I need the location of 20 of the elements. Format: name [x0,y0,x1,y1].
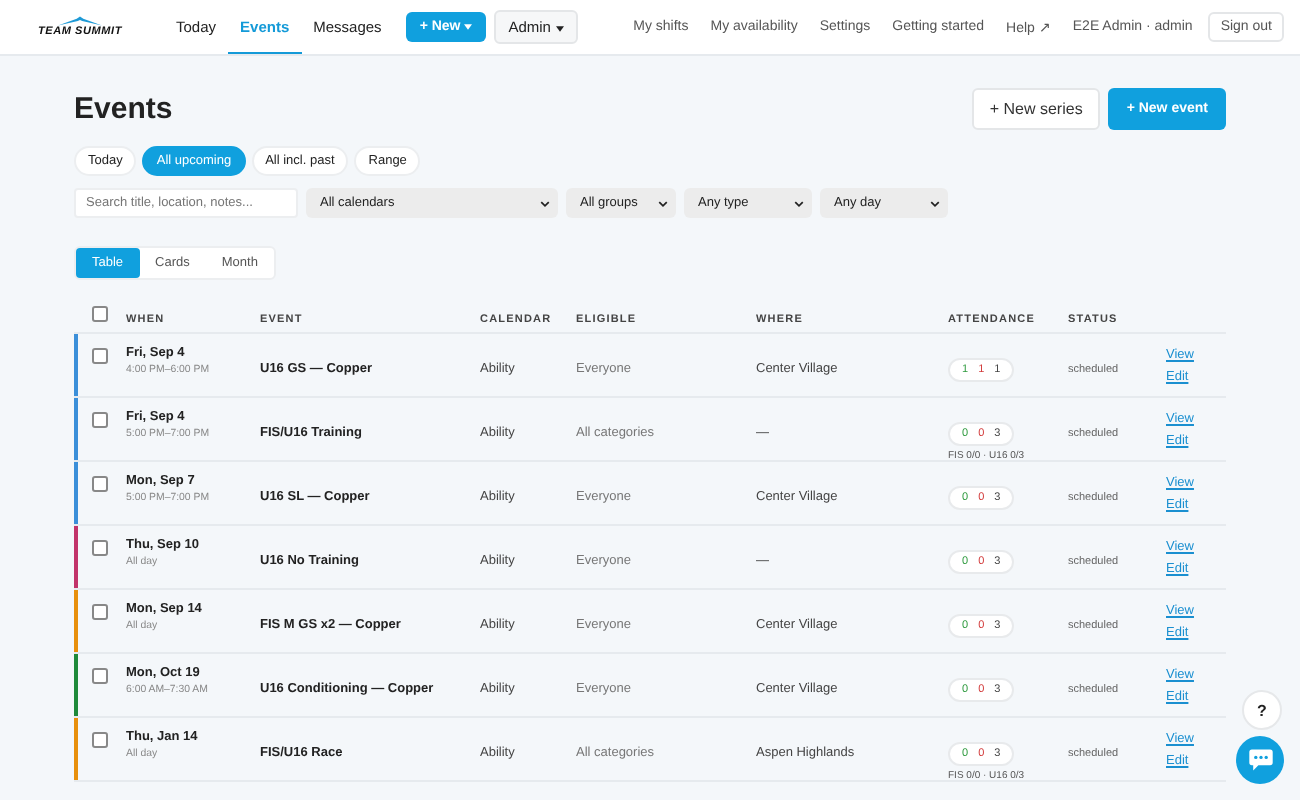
select-all-checkbox[interactable] [92,306,108,322]
page-title: Events [74,91,173,125]
row-checkbox[interactable] [92,412,108,428]
help-button[interactable]: ? [1242,690,1282,730]
chevron-down-icon [794,199,804,207]
row-checkbox[interactable] [92,476,108,492]
caret-icon [464,23,473,30]
row-checkbox[interactable] [92,668,108,684]
row-checkbox[interactable] [92,348,108,364]
chevron-down-icon [930,199,940,207]
mountain-icon [58,16,102,26]
new-series-button[interactable]: + New series [971,87,1101,129]
caret-icon [555,25,564,32]
chat-button[interactable] [1236,736,1284,784]
row-checkbox[interactable] [92,732,108,748]
chevron-down-icon [540,199,550,207]
row-checkbox[interactable] [92,540,108,556]
row-checkbox[interactable] [92,604,108,620]
chevron-down-icon [658,199,668,207]
chat-bubble-icon [1247,748,1273,772]
